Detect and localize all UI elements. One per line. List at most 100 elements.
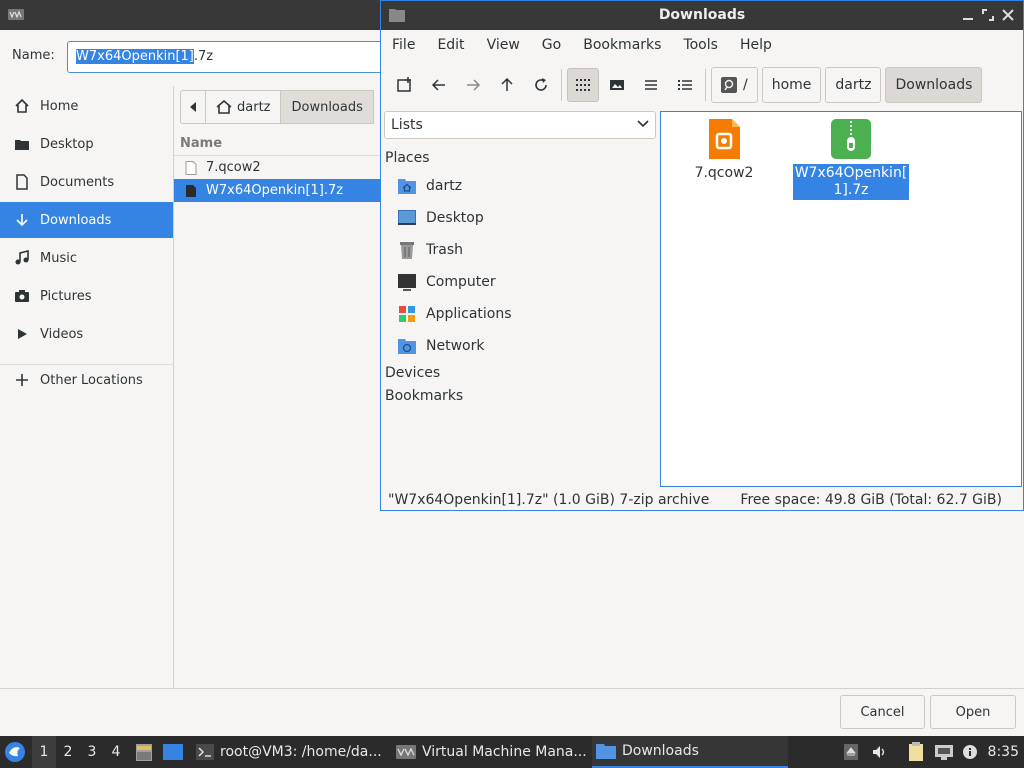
side-pane-mode-value: Lists bbox=[391, 117, 423, 133]
path-scroll-left-button[interactable] bbox=[180, 90, 206, 124]
place-item-desktop[interactable]: Desktop bbox=[397, 203, 484, 233]
menu-edit[interactable]: Edit bbox=[437, 37, 464, 53]
workspace-3[interactable]: 3 bbox=[80, 736, 104, 768]
minimize-icon[interactable] bbox=[961, 8, 975, 22]
new-tab-button[interactable] bbox=[389, 68, 421, 102]
file-item[interactable]: 7.qcow2 bbox=[665, 118, 783, 183]
file-row[interactable]: W7x64Openkin[1].7z bbox=[174, 179, 384, 202]
menu-bookmarks[interactable]: Bookmarks bbox=[583, 37, 661, 53]
detailed-view-button[interactable] bbox=[669, 68, 701, 102]
file-row[interactable]: 7.qcow2 bbox=[174, 156, 384, 179]
tray-volume[interactable] bbox=[872, 736, 888, 768]
filename-extension-text: .7z bbox=[193, 49, 214, 64]
image-icon bbox=[610, 80, 624, 90]
task-virt-manager[interactable]: Virtual Machine Mana... bbox=[392, 736, 588, 768]
menu-view[interactable]: View bbox=[487, 37, 520, 53]
trash-icon bbox=[400, 242, 414, 259]
app-menu-button[interactable] bbox=[4, 736, 26, 768]
tray-clipboard[interactable] bbox=[908, 736, 924, 768]
path-button-label: Downloads bbox=[895, 77, 973, 93]
workspace-4[interactable]: 4 bbox=[104, 736, 128, 768]
place-label: Desktop bbox=[426, 210, 484, 226]
chevron-down-icon bbox=[637, 120, 649, 128]
path-button-root[interactable]: / bbox=[711, 67, 758, 103]
maximize-icon[interactable] bbox=[981, 8, 995, 22]
sidebar-item-label: Desktop bbox=[40, 136, 94, 152]
file-item-selected[interactable]: W7x64Openkin[1].7z bbox=[792, 118, 910, 200]
workspace-1[interactable]: 1 bbox=[32, 736, 56, 768]
applications-icon bbox=[399, 306, 415, 322]
archive-file-icon bbox=[186, 184, 196, 197]
eject-icon bbox=[844, 744, 858, 760]
sidebar-item-label: Home bbox=[40, 98, 79, 114]
forward-button[interactable] bbox=[457, 68, 489, 102]
downloads-icon bbox=[16, 214, 28, 227]
menu-help[interactable]: Help bbox=[740, 37, 772, 53]
fm-titlebar[interactable]: Downloads bbox=[381, 1, 1023, 30]
sidebar-item-videos[interactable]: Videos bbox=[0, 316, 173, 352]
sidebar-item-desktop[interactable]: Desktop bbox=[0, 126, 173, 162]
place-item-computer[interactable]: Computer bbox=[397, 267, 496, 297]
folder-icon-view[interactable]: 7.qcow2 W7x64Openkin[1].7z bbox=[660, 111, 1022, 487]
virt-manager-app-icon bbox=[8, 9, 24, 20]
documents-icon bbox=[16, 174, 28, 190]
column-header-name[interactable]: Name bbox=[174, 132, 384, 156]
path-button-label: dartz bbox=[237, 99, 271, 115]
menu-tools[interactable]: Tools bbox=[683, 37, 718, 53]
task-label: Downloads bbox=[622, 743, 699, 759]
place-item-network[interactable]: Network bbox=[397, 331, 484, 361]
open-button[interactable]: Open bbox=[930, 695, 1016, 729]
sidebar-item-label: Other Locations bbox=[40, 372, 143, 388]
sidebar-item-label: Pictures bbox=[40, 288, 92, 304]
quicklaunch-desktop[interactable] bbox=[162, 736, 184, 768]
file-item-label-line1: W7x64Openkin[ bbox=[794, 165, 908, 181]
task-terminal[interactable]: root@VM3: /home/da... bbox=[192, 736, 388, 768]
filename-input[interactable]: W7x64Openkin[1].7z bbox=[67, 41, 387, 73]
place-label: dartz bbox=[426, 178, 463, 194]
new-tab-icon bbox=[397, 77, 411, 92]
menu-file[interactable]: File bbox=[392, 37, 415, 53]
place-item-dartz[interactable]: dartz bbox=[397, 171, 462, 201]
tray-network[interactable] bbox=[934, 736, 954, 768]
icon-view-button[interactable] bbox=[567, 68, 599, 102]
place-item-trash[interactable]: Trash bbox=[397, 235, 463, 265]
sidebar-item-home[interactable]: Home bbox=[0, 88, 173, 124]
thumbnail-view-button[interactable] bbox=[601, 68, 633, 102]
task-label: Virtual Machine Mana... bbox=[422, 744, 587, 760]
side-pane-mode-select[interactable]: Lists bbox=[384, 111, 656, 139]
back-button[interactable] bbox=[423, 68, 455, 102]
path-button-label: dartz bbox=[835, 77, 872, 93]
network-wired-icon bbox=[935, 745, 953, 760]
menu-go[interactable]: Go bbox=[542, 37, 561, 53]
arrow-left-icon bbox=[431, 79, 445, 91]
path-button-dartz[interactable]: dartz bbox=[825, 67, 882, 103]
path-button-dartz[interactable]: dartz bbox=[205, 90, 282, 124]
up-button[interactable] bbox=[491, 68, 523, 102]
place-item-applications[interactable]: Applications bbox=[397, 299, 512, 329]
path-button-downloads[interactable]: Downloads bbox=[885, 67, 983, 103]
path-button-label: Downloads bbox=[291, 99, 363, 115]
sidebar-item-other-locations[interactable]: Other Locations bbox=[0, 362, 173, 398]
taskbar: 1 2 3 4 root@VM3: /home/da... Virtual Ma… bbox=[0, 736, 1024, 768]
reload-button[interactable] bbox=[525, 68, 557, 102]
sidebar-item-documents[interactable]: Documents bbox=[0, 164, 173, 200]
sidebar-item-downloads[interactable]: Downloads bbox=[0, 202, 173, 238]
sidebar-item-pictures[interactable]: Pictures bbox=[0, 278, 173, 314]
path-button-downloads[interactable]: Downloads bbox=[280, 90, 374, 124]
clock[interactable]: 8:35 bbox=[988, 744, 1019, 760]
task-downloads[interactable]: Downloads bbox=[592, 736, 788, 768]
close-icon[interactable] bbox=[1001, 8, 1015, 22]
path-button-home[interactable]: home bbox=[761, 67, 822, 103]
chevron-left-icon bbox=[190, 102, 196, 112]
quicklaunch-files[interactable] bbox=[134, 736, 154, 768]
filename-selected-text: W7x64Openkin[1] bbox=[76, 49, 194, 64]
tray-eject[interactable] bbox=[844, 736, 858, 768]
cancel-button[interactable]: Cancel bbox=[840, 695, 925, 729]
compact-view-button[interactable] bbox=[635, 68, 667, 102]
workspace-2[interactable]: 2 bbox=[56, 736, 80, 768]
home-folder-icon bbox=[398, 179, 416, 194]
reload-icon bbox=[535, 78, 547, 91]
sidebar-item-music[interactable]: Music bbox=[0, 240, 173, 276]
show-desktop-icon bbox=[163, 744, 183, 760]
tray-notifications[interactable] bbox=[962, 736, 978, 768]
